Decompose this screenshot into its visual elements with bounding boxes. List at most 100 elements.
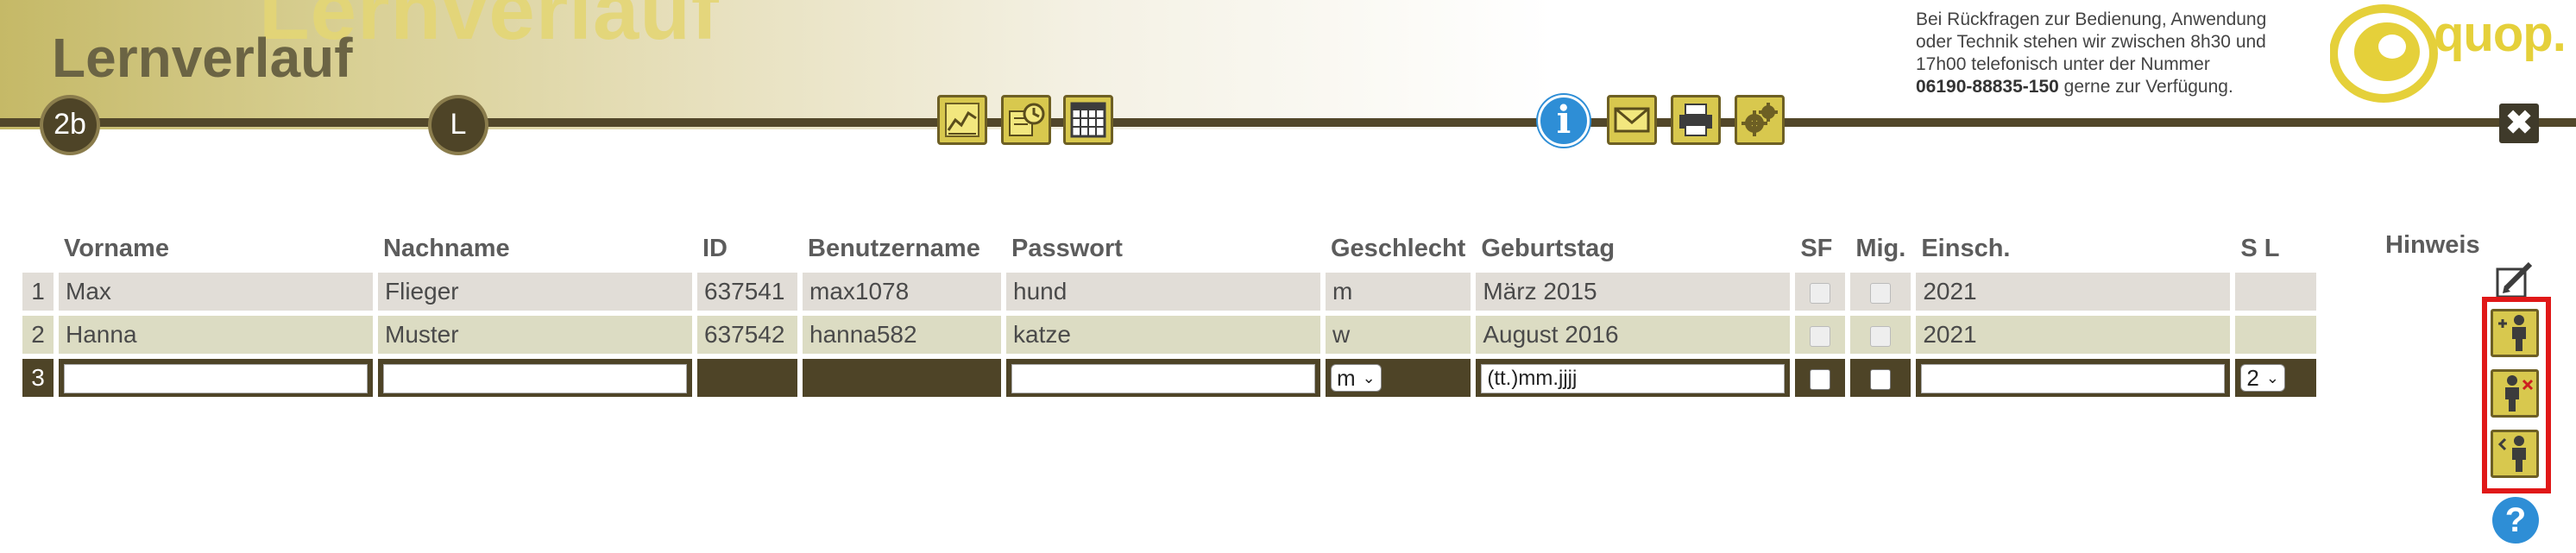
row-number: 2 bbox=[22, 316, 54, 354]
header-mig: Mig. bbox=[1855, 234, 1906, 262]
logo-swirl-icon bbox=[2330, 4, 2438, 103]
support-phone: 06190-88835-150 bbox=[1916, 77, 2059, 97]
cell-id: 637542 bbox=[697, 316, 797, 354]
cell-geburtstag[interactable]: März 2015 bbox=[1476, 273, 1791, 311]
cell-vorname[interactable]: Hanna bbox=[59, 316, 373, 354]
cell-passwort[interactable]: katze bbox=[1006, 316, 1320, 354]
mig-checkbox[interactable] bbox=[1870, 325, 1892, 347]
cell-nachname[interactable]: Muster bbox=[378, 316, 692, 354]
cell-vorname[interactable]: Max bbox=[59, 273, 373, 311]
new-geburtstag-cell[interactable] bbox=[1476, 359, 1791, 397]
teacher-badge[interactable]: L bbox=[431, 98, 485, 152]
class-badge[interactable]: 2b bbox=[43, 98, 97, 152]
cell-einsch[interactable]: 2021 bbox=[1916, 273, 2231, 311]
cell-id: 637541 bbox=[697, 273, 797, 311]
sl-select-value: 2 bbox=[2246, 364, 2259, 391]
new-nachname-cell[interactable] bbox=[378, 359, 692, 397]
support-line-4: 06190-88835-150 gerne zur Verfügung. bbox=[1916, 76, 2321, 98]
sl-select[interactable]: 2 ⌄ bbox=[2240, 364, 2285, 393]
header-id: ID bbox=[702, 234, 727, 262]
mail-button[interactable] bbox=[1607, 95, 1657, 145]
header-sl: S L bbox=[2240, 234, 2280, 262]
edit-icon[interactable] bbox=[2494, 257, 2537, 300]
close-button[interactable]: ✖ bbox=[2499, 104, 2539, 143]
print-button[interactable] bbox=[1671, 95, 1721, 145]
cell-geschlecht[interactable]: w bbox=[1326, 316, 1471, 354]
sf-checkbox[interactable] bbox=[1810, 282, 1831, 304]
support-line-2: oder Technik stehen wir zwischen 8h30 un… bbox=[1916, 32, 2266, 52]
new-student-row[interactable]: 3 m ⌄ 2 ⌄ bbox=[22, 359, 2317, 397]
info-button[interactable]: i bbox=[1538, 95, 1590, 147]
print-icon bbox=[1679, 104, 1712, 136]
nachname-input[interactable] bbox=[383, 363, 687, 393]
support-line-3: 17h00 telefonisch unter der Nummer bbox=[1916, 54, 2210, 74]
header-hinweis: Hinweis bbox=[2385, 231, 2480, 259]
new-passwort-cell[interactable] bbox=[1006, 359, 1320, 397]
passwort-input[interactable] bbox=[1011, 363, 1315, 393]
header: Lernverlauf Lernverlauf 2b L i ✖ Bei Rüc… bbox=[0, 0, 2576, 155]
vorname-input[interactable] bbox=[64, 363, 368, 393]
new-sf-cell[interactable] bbox=[1795, 359, 1846, 397]
cell-sl[interactable] bbox=[2235, 316, 2317, 354]
chart-button[interactable] bbox=[937, 95, 987, 145]
header-geschlecht: Geschlecht bbox=[1331, 234, 1466, 262]
cell-passwort[interactable]: hund bbox=[1006, 273, 1320, 311]
mig-checkbox[interactable] bbox=[1870, 368, 1892, 390]
remove-student-icon bbox=[2505, 375, 2534, 412]
mail-icon bbox=[1614, 107, 1650, 133]
gender-select[interactable]: m ⌄ bbox=[1331, 364, 1382, 393]
logo-text: quop. bbox=[2434, 6, 2567, 62]
cell-einsch[interactable]: 2021 bbox=[1916, 316, 2231, 354]
new-geschlecht-cell[interactable]: m ⌄ bbox=[1326, 359, 1471, 397]
new-einsch-cell[interactable] bbox=[1916, 359, 2231, 397]
support-line-1: Bei Rückfragen zur Bedienung, Anwendung bbox=[1916, 9, 2267, 29]
row-number: 1 bbox=[22, 273, 54, 311]
header-benutzername: Benutzername bbox=[808, 234, 980, 262]
cell-benutzername: hanna582 bbox=[803, 316, 1001, 354]
new-sl-cell[interactable]: 2 ⌄ bbox=[2235, 359, 2317, 397]
cell-nachname[interactable]: Flieger bbox=[378, 273, 692, 311]
sf-checkbox[interactable] bbox=[1810, 368, 1831, 390]
header-passwort: Passwort bbox=[1011, 234, 1123, 262]
new-vorname-cell[interactable] bbox=[59, 359, 373, 397]
close-icon: ✖ bbox=[2505, 105, 2533, 141]
row-number: 3 bbox=[22, 359, 54, 397]
settings-button[interactable] bbox=[1735, 95, 1785, 145]
cell-geschlecht[interactable]: m bbox=[1326, 273, 1471, 311]
cell-geburtstag[interactable]: August 2016 bbox=[1476, 316, 1791, 354]
header-divider bbox=[0, 118, 2576, 127]
help-icon: ? bbox=[2504, 501, 2527, 539]
mig-checkbox[interactable] bbox=[1870, 282, 1892, 304]
gender-select-value: m bbox=[1337, 364, 1356, 391]
move-student-button[interactable] bbox=[2491, 430, 2539, 478]
quop-logo: quop. bbox=[2330, 2, 2567, 105]
schedule-button[interactable] bbox=[1001, 95, 1051, 145]
new-benutzername-cell bbox=[803, 359, 1001, 397]
add-student-icon bbox=[2498, 315, 2526, 351]
help-button[interactable]: ? bbox=[2492, 497, 2539, 544]
schedule-icon bbox=[1009, 103, 1045, 136]
cell-sf[interactable] bbox=[1795, 316, 1846, 354]
header-einsch: Einsch. bbox=[1921, 234, 2011, 262]
app-title: Lernverlauf bbox=[52, 27, 353, 89]
remove-student-button[interactable] bbox=[2491, 369, 2539, 418]
cell-sl[interactable] bbox=[2235, 273, 2317, 311]
cell-sf[interactable] bbox=[1795, 273, 1846, 311]
header-sf: SF bbox=[1800, 234, 1833, 262]
chart-icon bbox=[945, 103, 979, 137]
einsch-input[interactable] bbox=[1921, 363, 2226, 393]
add-student-button[interactable] bbox=[2491, 309, 2539, 357]
header-nachname: Nachname bbox=[383, 234, 510, 262]
cell-benutzername: max1078 bbox=[803, 273, 1001, 311]
cell-mig[interactable] bbox=[1850, 273, 1912, 311]
students-table: Vorname Nachname ID Benutzername Passwor… bbox=[17, 224, 2321, 402]
calendar-grid-icon bbox=[1070, 102, 1106, 138]
new-mig-cell[interactable] bbox=[1850, 359, 1912, 397]
calendar-grid-button[interactable] bbox=[1063, 95, 1113, 145]
table-row[interactable]: 2 Hanna Muster 637542 hanna582 katze w A… bbox=[22, 316, 2317, 354]
sf-checkbox[interactable] bbox=[1810, 325, 1831, 347]
table-row[interactable]: 1 Max Flieger 637541 max1078 hund m März… bbox=[22, 273, 2317, 311]
header-number bbox=[22, 229, 54, 267]
birthday-input[interactable] bbox=[1481, 363, 1786, 393]
cell-mig[interactable] bbox=[1850, 316, 1912, 354]
